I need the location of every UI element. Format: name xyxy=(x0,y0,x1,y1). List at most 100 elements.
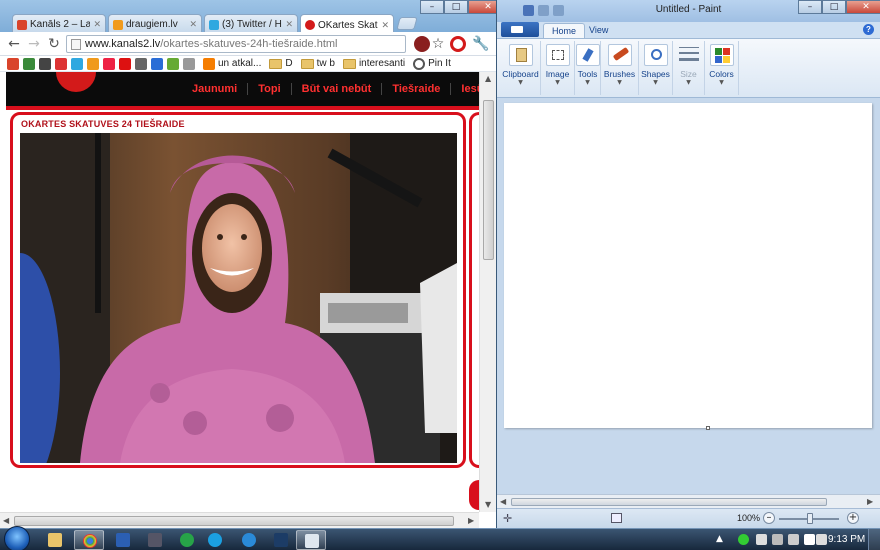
tab-okartes[interactable]: OKartes Skatuves ✕ xyxy=(300,14,394,33)
address-bar[interactable]: www.kanals2.lv/okartes-skatuves-24h-tieš… xyxy=(66,35,406,53)
volume-icon[interactable] xyxy=(816,534,827,545)
bookmark-icon[interactable] xyxy=(183,57,195,70)
taskbar-ie[interactable] xyxy=(234,530,264,550)
reload-icon[interactable]: ↻ xyxy=(46,36,62,52)
tray-device-icon[interactable] xyxy=(756,534,767,545)
tray-expand-icon[interactable]: ▲ xyxy=(716,534,727,545)
maximize-button[interactable]: □ xyxy=(822,0,846,14)
paint-horizontal-scrollbar[interactable]: ◀ ▶ xyxy=(497,494,880,508)
bookmark-icon[interactable] xyxy=(135,57,147,70)
gmail-icon[interactable] xyxy=(55,57,67,70)
tray-app-icon[interactable] xyxy=(772,534,783,545)
clock[interactable]: 9:13 PM xyxy=(828,534,865,545)
zoom-in-icon[interactable]: + xyxy=(847,512,859,524)
tab-draugiem[interactable]: draugiem.lv ✕ xyxy=(108,14,202,32)
google-icon[interactable] xyxy=(23,57,35,70)
tab-close-icon[interactable]: ✕ xyxy=(189,19,197,30)
tray-status-icon[interactable] xyxy=(738,534,749,545)
taskbar-explorer[interactable] xyxy=(40,530,70,550)
minimize-button[interactable]: – xyxy=(420,0,444,14)
scroll-down-icon[interactable]: ▼ xyxy=(485,500,491,509)
tab-view[interactable]: View xyxy=(581,23,616,38)
twitter-icon[interactable] xyxy=(71,57,83,70)
taskbar-word[interactable] xyxy=(108,530,138,550)
site-logo[interactable] xyxy=(6,72,182,106)
zoom-slider-thumb[interactable] xyxy=(807,513,813,524)
group-label: Size xyxy=(680,69,697,79)
page-vertical-scrollbar[interactable]: ▲ ▼ xyxy=(479,72,496,512)
taskbar-photoshop[interactable] xyxy=(266,530,296,550)
star-bookmark-icon[interactable] xyxy=(103,57,115,70)
nav-topi[interactable]: Topi xyxy=(248,83,292,95)
bookmark-pin-it[interactable]: Pin It xyxy=(413,57,451,70)
bookmark-un-atkal[interactable]: un atkal... xyxy=(203,57,261,70)
opera-icon[interactable] xyxy=(450,36,466,52)
tumblr-icon[interactable] xyxy=(39,57,51,70)
zoom-out-icon[interactable]: – xyxy=(763,512,775,524)
bookmark-folder-d[interactable]: D xyxy=(269,58,293,69)
forward-arrow-icon[interactable]: → xyxy=(26,36,42,52)
scrollbar-thumb[interactable] xyxy=(483,100,494,260)
taskbar-app[interactable] xyxy=(140,530,170,550)
group-label: Colors xyxy=(709,69,734,79)
brushes-group[interactable]: Brushes ▼ xyxy=(601,41,639,95)
taskbar-paint[interactable] xyxy=(296,530,326,550)
tab-home[interactable]: Home xyxy=(543,23,586,38)
tab-close-icon[interactable]: ✕ xyxy=(285,19,293,30)
chrome-toolbar: ← → ↻ www.kanals2.lv/okartes-skatuves-24… xyxy=(0,32,496,56)
scrollbar-thumb[interactable] xyxy=(14,516,454,526)
close-button[interactable]: ✕ xyxy=(846,0,880,14)
taskbar-chrome[interactable] xyxy=(74,530,104,550)
shapes-group[interactable]: Shapes ▼ xyxy=(639,41,673,95)
wrench-icon[interactable]: 🔧 xyxy=(472,36,489,52)
word-icon xyxy=(116,533,130,547)
youtube-icon[interactable] xyxy=(119,57,131,70)
kanals2-icon[interactable] xyxy=(7,57,19,70)
nav-iesu[interactable]: Iesū xyxy=(451,83,479,95)
size-group[interactable]: Size ▼ xyxy=(673,41,705,95)
show-desktop-button[interactable] xyxy=(868,529,880,550)
nav-but-vai-nebut[interactable]: Būt vai nebūt xyxy=(292,83,383,95)
star-icon[interactable]: ☆ xyxy=(430,36,446,52)
network-icon[interactable] xyxy=(788,534,799,545)
maximize-button[interactable]: □ xyxy=(444,0,468,14)
canvas-resize-handle[interactable] xyxy=(706,426,710,430)
colors-group[interactable]: Colors ▼ xyxy=(705,41,739,95)
drawing-canvas[interactable] xyxy=(504,103,872,428)
taskbar-skype[interactable] xyxy=(200,530,230,550)
bookmark-icon[interactable] xyxy=(167,57,179,70)
tab-kanals2[interactable]: Kanāls 2 – Lattele ✕ xyxy=(12,14,106,32)
start-button[interactable] xyxy=(4,526,30,550)
bookmark-folder-interesanti[interactable]: interesanti xyxy=(342,58,405,69)
blocked-icon[interactable] xyxy=(414,36,430,52)
tab-close-icon[interactable]: ✕ xyxy=(381,20,389,31)
back-arrow-icon[interactable]: ← xyxy=(6,36,22,52)
tab-close-icon[interactable]: ✕ xyxy=(93,19,101,30)
tools-group[interactable]: Tools ▼ xyxy=(575,41,601,95)
scroll-right-icon[interactable]: ▶ xyxy=(867,497,873,506)
scroll-left-icon[interactable]: ◀ xyxy=(3,516,9,525)
nav-jaunumi[interactable]: Jaunumi xyxy=(182,83,249,95)
clipboard-group[interactable]: Clipboard ▼ xyxy=(501,41,541,95)
minimize-button[interactable]: – xyxy=(798,0,822,14)
video-player[interactable] xyxy=(20,133,457,463)
nav-tiesraide[interactable]: Tiešraide xyxy=(382,83,452,95)
draugiem-icon[interactable] xyxy=(87,57,99,70)
scroll-up-icon[interactable]: ▲ xyxy=(485,74,491,83)
scroll-right-icon[interactable]: ▶ xyxy=(468,516,474,525)
scroll-left-icon[interactable]: ◀ xyxy=(500,497,506,506)
scrollbar-thumb[interactable] xyxy=(511,498,827,506)
tab-twitter[interactable]: (3) Twitter / Hom ✕ xyxy=(204,14,298,32)
help-icon[interactable]: ? xyxy=(863,24,874,35)
image-group[interactable]: Image ▼ xyxy=(541,41,575,95)
sidebar-badge[interactable] xyxy=(469,480,479,510)
action-center-icon[interactable] xyxy=(804,534,815,545)
close-button[interactable]: ✕ xyxy=(468,0,496,14)
bookmark-folder-tw-b[interactable]: tw b xyxy=(300,58,335,69)
paint-menu-button[interactable] xyxy=(501,22,539,37)
internet-explorer-icon xyxy=(242,533,256,547)
taskbar-whatsapp[interactable] xyxy=(172,530,202,550)
page-horizontal-scrollbar[interactable]: ◀ ▶ xyxy=(0,512,479,528)
new-tab-button[interactable] xyxy=(396,17,418,30)
linkedin-icon[interactable] xyxy=(151,57,163,70)
